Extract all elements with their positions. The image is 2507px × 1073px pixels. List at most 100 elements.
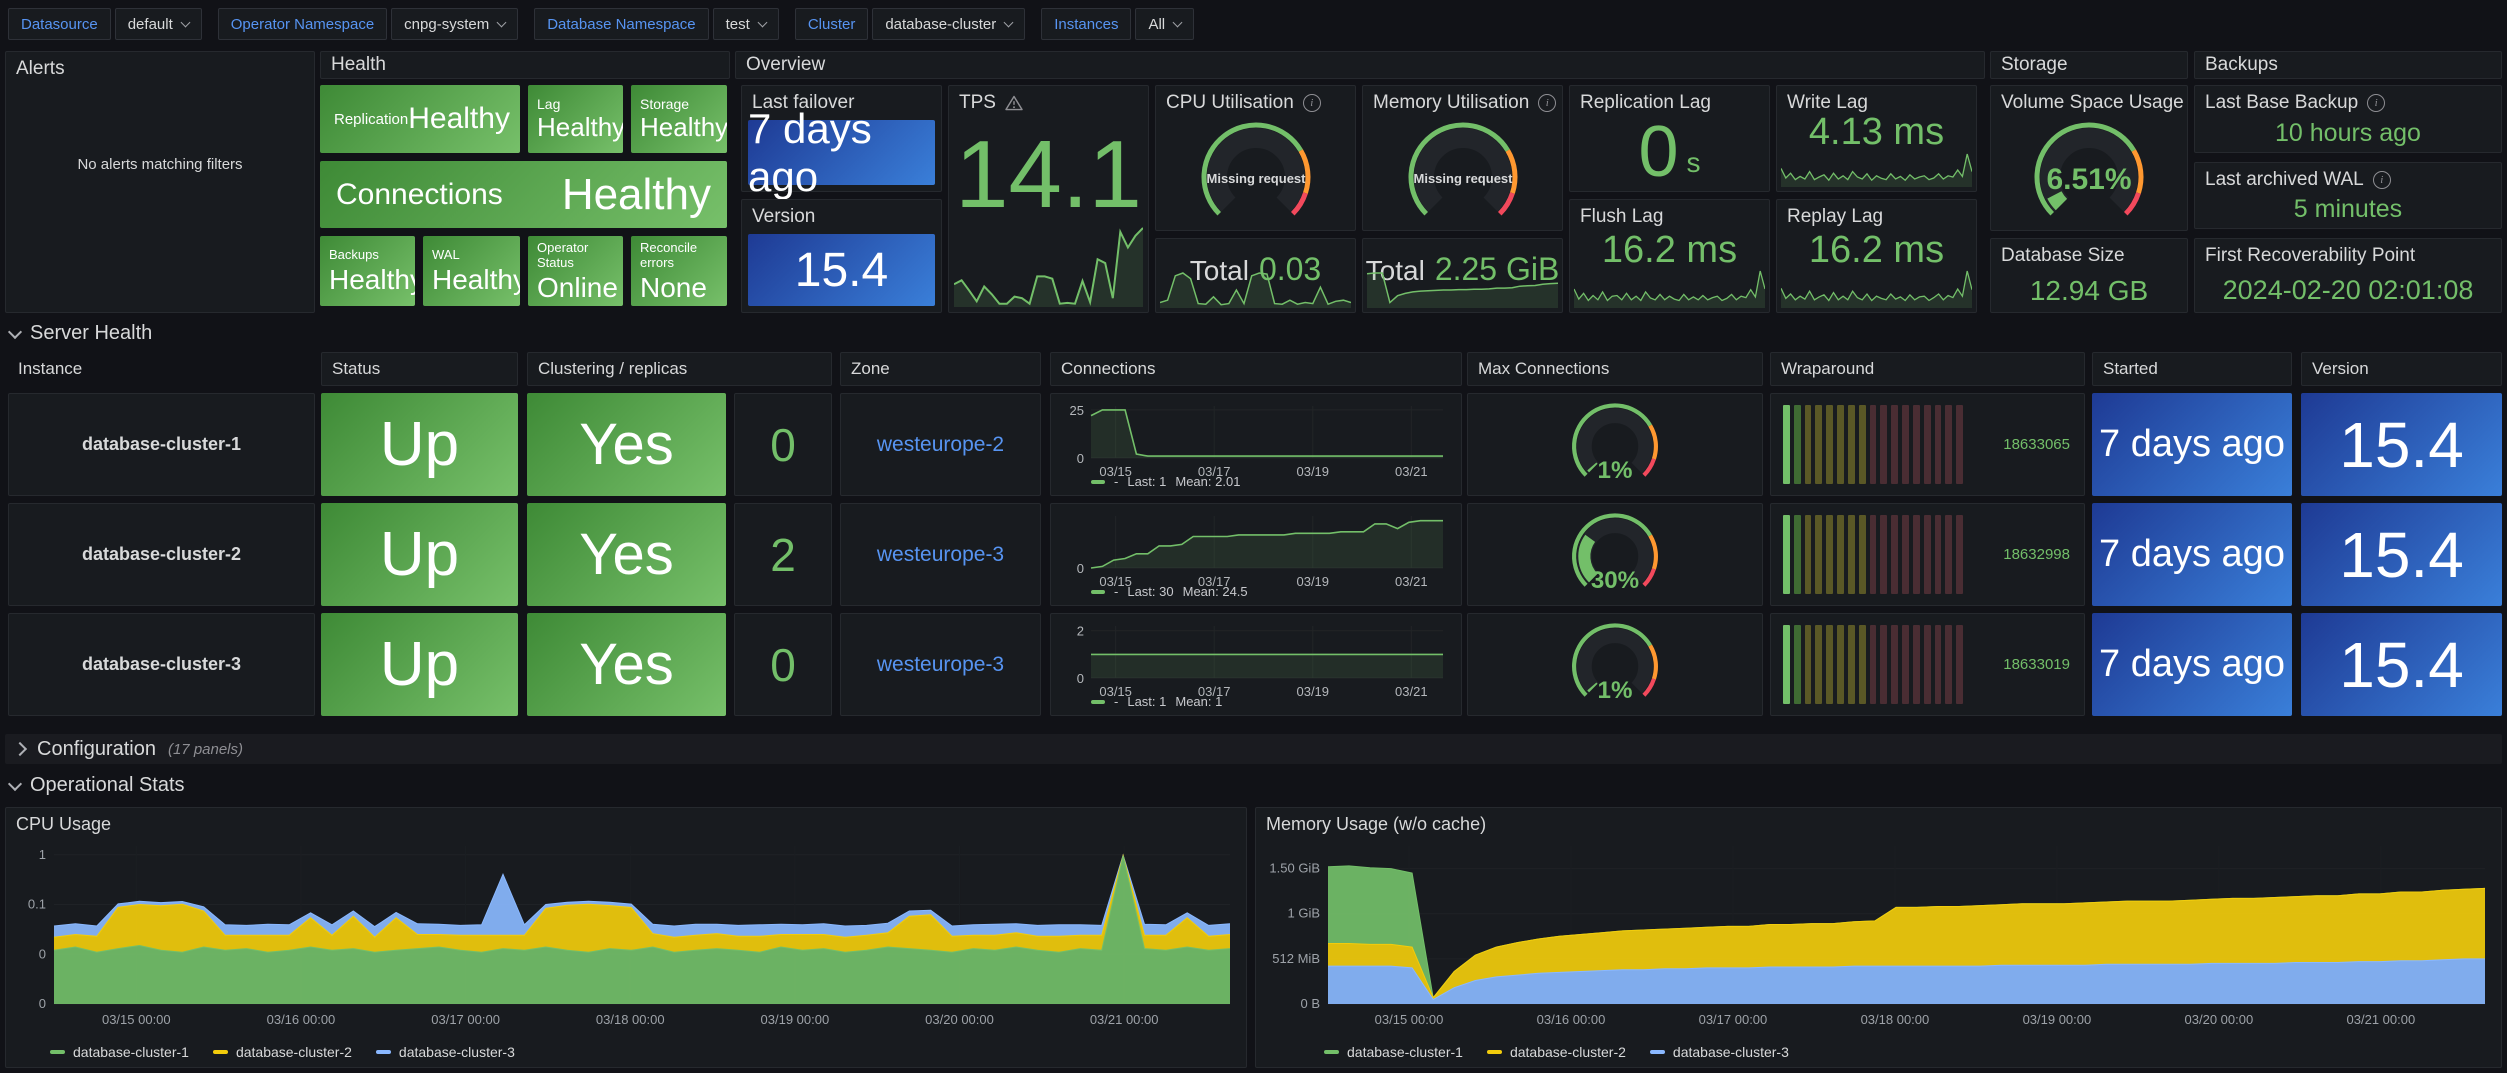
flush-lag-panel: Flush Lag 16.2 ms	[1569, 199, 1770, 313]
version-tile: 15.4	[2301, 613, 2502, 716]
svg-text:03/21 00:00: 03/21 00:00	[1090, 1012, 1159, 1027]
svg-text:30%: 30%	[1591, 567, 1639, 594]
health-tile-operator-status: Operator StatusOnline	[528, 236, 623, 306]
variables-toolbar: Datasourcedefault Operator Namespacecnpg-…	[8, 8, 2499, 40]
column-header-max-connections: Max Connections	[1467, 352, 1763, 386]
memory-utilisation-gauge: Missing request	[1363, 114, 1562, 230]
wraparound-cell: 18632998	[1770, 503, 2085, 606]
connections-cell[interactable]: 03/1503/1703/1903/2120-Last: 1Mean: 1	[1050, 613, 1462, 716]
tps-panel[interactable]: TPS 14.1	[948, 85, 1149, 313]
legend-item-database-cluster-1[interactable]: database-cluster-1	[50, 1044, 189, 1060]
wraparound-bar	[1794, 405, 1801, 484]
svg-text:03/18 00:00: 03/18 00:00	[1861, 1012, 1930, 1027]
filter-value-text: test	[726, 16, 750, 33]
zone-link[interactable]: westeurope-2	[841, 394, 1040, 495]
filter-label-operator-namespace[interactable]: Operator Namespace	[218, 8, 387, 40]
chevron-down-icon	[180, 18, 190, 28]
info-icon[interactable]: i	[2367, 94, 2385, 112]
zone-link[interactable]: westeurope-3	[841, 614, 1040, 715]
filter-value-database-namespace[interactable]: test	[713, 8, 779, 40]
connections-cell[interactable]: 03/1503/1703/1903/21250-Last: 1Mean: 2.0…	[1050, 393, 1462, 496]
filter-value-instances[interactable]: All	[1135, 8, 1194, 40]
replicas-value: 2	[735, 504, 831, 605]
wraparound-bar	[1880, 625, 1887, 704]
cpu-total-panel: Total0.03	[1155, 238, 1356, 313]
health-tile-backups: BackupsHealthy	[320, 236, 415, 306]
cpu-usage-panel[interactable]: CPU Usage 10.10003/15 00:0003/16 00:0003…	[5, 807, 1247, 1068]
legend-item-database-cluster-3[interactable]: database-cluster-3	[376, 1044, 515, 1060]
legend-item-database-cluster-3[interactable]: database-cluster-3	[1650, 1044, 1789, 1060]
legend-mean: Mean: 2.01	[1175, 474, 1240, 489]
svg-text:03/21 00:00: 03/21 00:00	[2347, 1012, 2416, 1027]
storage-title: Storage	[2001, 54, 2068, 76]
legend-swatch	[1324, 1050, 1339, 1054]
section-operational-stats[interactable]: Operational Stats	[10, 774, 185, 797]
last-archived-wal-title: Last archived WAL	[2205, 169, 2364, 191]
filter-label-instances[interactable]: Instances	[1041, 8, 1131, 40]
connections-cell[interactable]: 03/1503/1703/1903/210-Last: 30Mean: 24.5	[1050, 503, 1462, 606]
health-tile-value: Healthy	[329, 265, 406, 294]
svg-text:03/15 00:00: 03/15 00:00	[102, 1012, 171, 1027]
filter-value-datasource[interactable]: default	[115, 8, 202, 40]
wraparound-bar	[1956, 405, 1963, 484]
filter-value-operator-namespace[interactable]: cnpg-system	[391, 8, 518, 40]
filter-label-cluster[interactable]: Cluster	[795, 8, 869, 40]
info-icon[interactable]: i	[1538, 94, 1556, 112]
health-tile-reconcile-errors: Reconcile errorsNone	[631, 236, 727, 306]
health-section-header: Health	[320, 51, 730, 79]
replication-lag-unit: s	[1687, 147, 1701, 179]
svg-text:0 B: 0 B	[1300, 996, 1320, 1011]
health-tile-label: Replication	[334, 111, 408, 128]
legend-item-database-cluster-2[interactable]: database-cluster-2	[213, 1044, 352, 1060]
section-server-health[interactable]: Server Health	[10, 322, 152, 345]
info-icon[interactable]: i	[1303, 94, 1321, 112]
section-configuration-bar[interactable]: Configuration (17 panels)	[5, 734, 2502, 764]
svg-text:03/20 00:00: 03/20 00:00	[2185, 1012, 2254, 1027]
database-size-panel: Database Size 12.94 GB	[1990, 238, 2188, 313]
svg-text:03/19: 03/19	[1296, 684, 1329, 699]
last-archived-wal-panel: Last archived WALi 5 minutes	[2194, 162, 2502, 229]
pg-version-value: 15.4	[795, 243, 888, 298]
connections-legend[interactable]: -Last: 1Mean: 2.01	[1091, 474, 1240, 489]
info-icon[interactable]: i	[2373, 171, 2391, 189]
alerts-panel: Alerts No alerts matching filters	[5, 51, 315, 313]
replicas-value: 0	[735, 614, 831, 715]
memory-usage-panel[interactable]: Memory Usage (w/o cache) 1.50 GiB1 GiB51…	[1255, 807, 2502, 1068]
warning-icon[interactable]	[1005, 95, 1023, 111]
wraparound-bar	[1859, 625, 1866, 704]
cpu-total-sparkline	[1160, 270, 1351, 308]
filter-value-cluster[interactable]: database-cluster	[872, 8, 1025, 40]
legend-item-database-cluster-1[interactable]: database-cluster-1	[1324, 1044, 1463, 1060]
memory-utilisation-title: Memory Utilisation	[1373, 92, 1529, 114]
connections-legend[interactable]: -Last: 30Mean: 24.5	[1091, 584, 1248, 599]
column-header-instance: Instance	[8, 352, 315, 386]
wraparound-bar	[1935, 515, 1942, 594]
legend-label: database-cluster-2	[236, 1044, 352, 1060]
wraparound-bar	[1902, 405, 1909, 484]
column-header-wraparound: Wraparound	[1770, 352, 2085, 386]
started-tile: 7 days ago	[2092, 613, 2292, 716]
zone-link[interactable]: westeurope-3	[841, 504, 1040, 605]
column-header-clustering-replicas: Clustering / replicas	[527, 352, 832, 386]
filter-label-datasource[interactable]: Datasource	[8, 8, 111, 40]
svg-text:512 MiB: 512 MiB	[1272, 951, 1320, 966]
connections-legend[interactable]: -Last: 1Mean: 1	[1091, 694, 1222, 709]
wraparound-bar	[1837, 405, 1844, 484]
column-header-started: Started	[2092, 352, 2292, 386]
status-tile: Up	[321, 613, 518, 716]
status-tile: Up	[321, 393, 518, 496]
filter-label-database-namespace[interactable]: Database Namespace	[534, 8, 708, 40]
legend-label: database-cluster-3	[1673, 1044, 1789, 1060]
legend-item-database-cluster-2[interactable]: database-cluster-2	[1487, 1044, 1626, 1060]
write-lag-sparkline	[1781, 151, 1972, 187]
instance-name: database-cluster-1	[9, 394, 314, 495]
wraparound-bar	[1783, 625, 1790, 704]
first-recoverability-point-panel: First Recoverability Point 2024-02-20 02…	[2194, 238, 2502, 313]
svg-text:1 GiB: 1 GiB	[1287, 906, 1320, 921]
chevron-down-icon	[8, 776, 22, 790]
tps-value: 14.1	[949, 120, 1148, 230]
health-tile-label: Storage	[640, 96, 718, 112]
svg-text:0.1: 0.1	[28, 897, 46, 912]
wraparound-bar	[1935, 625, 1942, 704]
wraparound-cell: 18633065	[1770, 393, 2085, 496]
